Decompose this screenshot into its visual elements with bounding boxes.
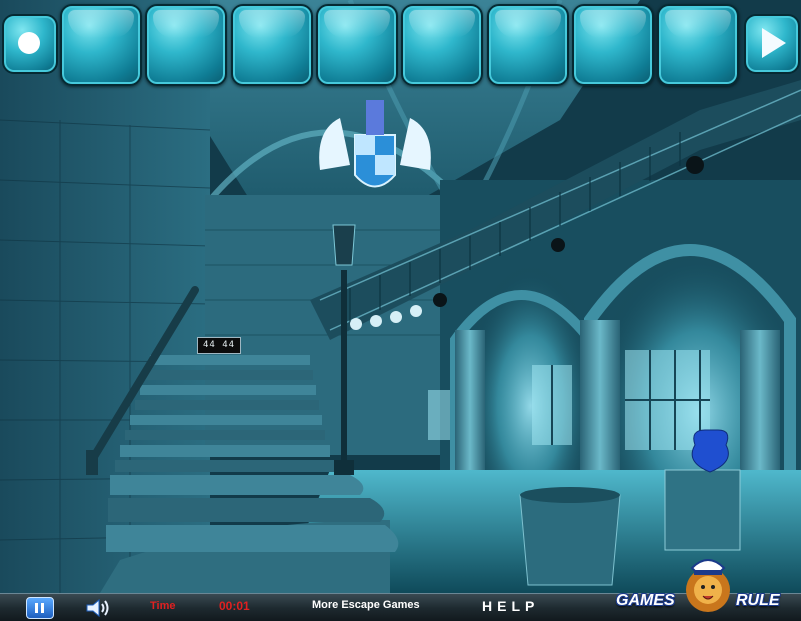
speaker-icon[interactable] — [84, 597, 114, 619]
more-escape-games-link[interactable]: More Escape Games — [312, 599, 420, 611]
lion-mascot-icon — [686, 559, 730, 612]
pause-icon — [35, 603, 38, 613]
inventory-slot[interactable] — [231, 4, 313, 86]
inventory-slot[interactable] — [401, 4, 483, 86]
logo-text-games: GAMES — [616, 592, 675, 609]
inventory-slot[interactable] — [145, 4, 227, 86]
number-lock-display[interactable]: 44 44 — [197, 337, 241, 354]
menu-button[interactable] — [2, 14, 58, 74]
inventory-slot[interactable] — [572, 4, 654, 86]
next-arrow-icon — [762, 28, 786, 58]
time-label: Time — [150, 600, 176, 612]
menu-dot-icon — [18, 32, 40, 54]
inventory-slot[interactable] — [487, 4, 569, 86]
next-scene-button[interactable] — [744, 14, 800, 74]
help-link[interactable]: HELP — [482, 598, 539, 614]
castle-hall-scene — [0, 0, 801, 621]
logo-text-rule: RULE — [736, 592, 780, 609]
timer-value: 00:01 — [219, 599, 250, 613]
inventory-slot[interactable] — [316, 4, 398, 86]
games-rule-logo[interactable]: GAMES RULE — [612, 552, 788, 618]
game-stage: 44 44 Time 00:01 More Escape Games HELP — [0, 0, 801, 621]
inventory-slot[interactable] — [657, 4, 739, 86]
inventory-slot[interactable] — [60, 4, 142, 86]
pause-button[interactable] — [26, 597, 54, 619]
pause-icon — [41, 603, 44, 613]
